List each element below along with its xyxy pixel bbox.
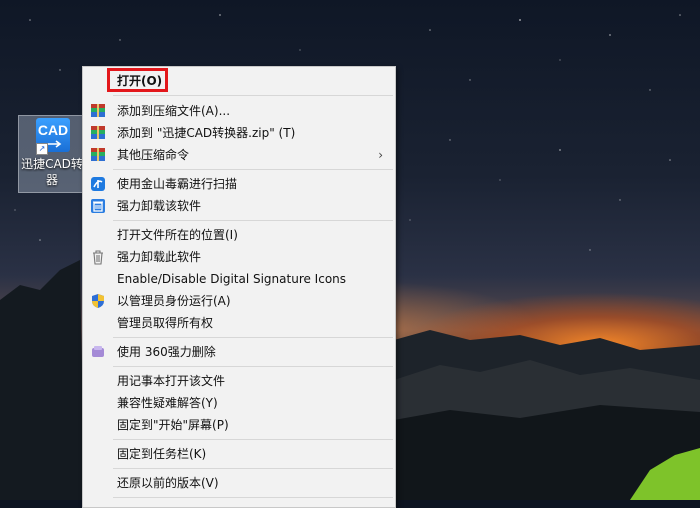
menu-item-add-archive[interactable]: 添加到压缩文件(A)... xyxy=(83,100,395,122)
menu-item-restore-previous[interactable]: 还原以前的版本(V) xyxy=(83,472,395,494)
menu-item-signature-icons[interactable]: Enable/Disable Digital Signature Icons xyxy=(83,268,395,290)
menu-separator xyxy=(113,169,393,170)
desktop-icon-label-line2: 器 xyxy=(45,173,58,187)
menu-item-360-delete[interactable]: 使用 360强力删除 xyxy=(83,341,395,363)
menu-separator xyxy=(113,95,393,96)
menu-item-take-ownership[interactable]: 管理员取得所有权 xyxy=(83,312,395,334)
menu-separator xyxy=(113,497,393,498)
menu-item-label: 以管理员身份运行(A) xyxy=(117,294,231,308)
uninstall-icon xyxy=(91,199,105,213)
menu-item-label: 还原以前的版本(V) xyxy=(117,476,219,490)
menu-item-run-as-admin[interactable]: 以管理员身份运行(A) xyxy=(83,290,395,312)
kingsoft-antivirus-icon xyxy=(91,177,105,191)
menu-item-force-uninstall-this[interactable]: 强力卸载此软件 xyxy=(83,246,395,268)
desktop-icon-label: 迅捷CAD转 xyxy=(21,157,83,171)
menu-item-label: 强力卸载此软件 xyxy=(117,250,202,264)
menu-separator xyxy=(113,337,393,338)
menu-item-other-compress[interactable]: 其他压缩命令 › xyxy=(83,144,395,166)
menu-item-label: 兼容性疑难解答(Y) xyxy=(117,396,218,410)
menu-item-label: 其他压缩命令 xyxy=(117,148,190,162)
app-icon-text: CAD xyxy=(37,122,69,138)
menu-item-kingsoft-scan[interactable]: 使用金山毒霸进行扫描 xyxy=(83,173,395,195)
menu-item-notepad-open[interactable]: 用记事本打开该文件 xyxy=(83,370,395,392)
menu-separator xyxy=(113,468,393,469)
menu-item-force-uninstall-app[interactable]: 强力卸载该软件 xyxy=(83,195,395,217)
menu-item-open-location[interactable]: 打开文件所在的位置(I) xyxy=(83,224,395,246)
menu-item-label: Enable/Disable Digital Signature Icons xyxy=(117,272,347,286)
menu-item-label: 使用 360强力删除 xyxy=(117,345,216,359)
desktop-shortcut-cad-converter[interactable]: CAD ↗ 迅捷CAD转 器 xyxy=(18,115,86,193)
menu-item-label: 固定到"开始"屏幕(P) xyxy=(117,418,229,432)
menu-separator xyxy=(113,220,393,221)
menu-item-label: 打开文件所在的位置(I) xyxy=(117,228,238,242)
context-menu: 打开(O) 添加到压缩文件(A)... 添加到 "迅捷CAD转换器.zip" (… xyxy=(82,66,396,508)
menu-item-label: 强力卸载该软件 xyxy=(117,199,202,213)
menu-separator xyxy=(113,439,393,440)
menu-item-label: 管理员取得所有权 xyxy=(117,316,214,330)
submenu-chevron-icon: › xyxy=(378,148,383,162)
menu-item-label: 添加到 "迅捷CAD转换器.zip" (T) xyxy=(117,126,296,140)
menu-item-label: 用记事本打开该文件 xyxy=(117,374,226,388)
menu-item-add-zip[interactable]: 添加到 "迅捷CAD转换器.zip" (T) xyxy=(83,122,395,144)
menu-item-compat-troubleshoot[interactable]: 兼容性疑难解答(Y) xyxy=(83,392,395,414)
winrar-archive-icon xyxy=(91,148,105,161)
menu-item-label: 使用金山毒霸进行扫描 xyxy=(117,177,238,191)
360-shredder-icon xyxy=(92,346,104,357)
menu-item-pin-taskbar[interactable]: 固定到任务栏(K) xyxy=(83,443,395,465)
winrar-archive-icon xyxy=(91,104,105,117)
shortcut-arrow-icon: ↗ xyxy=(36,143,48,155)
winrar-archive-icon xyxy=(91,126,105,139)
uac-shield-icon xyxy=(92,294,104,308)
annotation-highlight-box xyxy=(107,68,168,92)
menu-item-label: 固定到任务栏(K) xyxy=(117,447,207,461)
menu-item-pin-start[interactable]: 固定到"开始"屏幕(P) xyxy=(83,414,395,436)
menu-item-label: 添加到压缩文件(A)... xyxy=(117,104,231,118)
menu-separator xyxy=(113,366,393,367)
trash-icon xyxy=(93,250,103,265)
